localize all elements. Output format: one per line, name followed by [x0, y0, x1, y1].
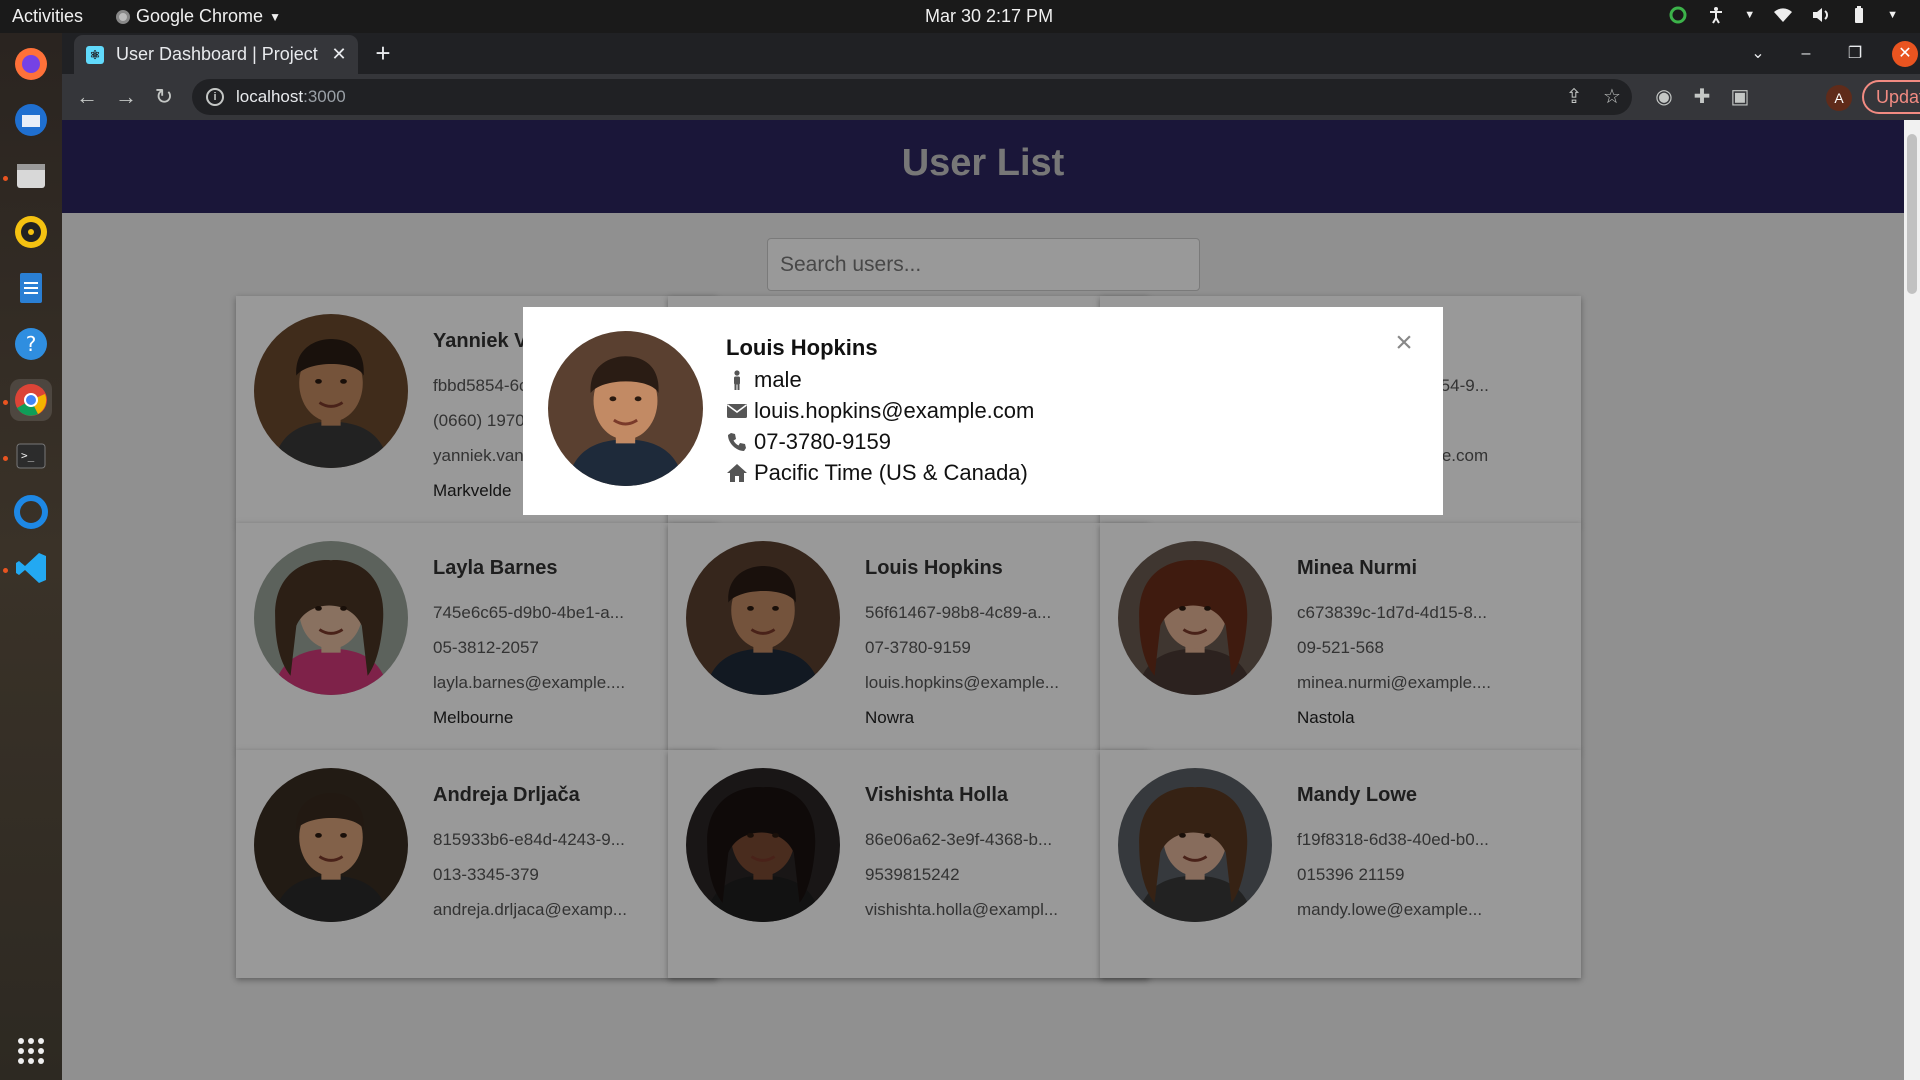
tab-title: User Dashboard | Project — [116, 44, 318, 64]
chrome-icon[interactable] — [10, 379, 52, 421]
wifi-icon[interactable] — [1773, 5, 1793, 25]
rhythmbox-icon[interactable] — [10, 211, 52, 253]
accessibility-icon[interactable] — [1706, 5, 1726, 25]
running-indicator — [3, 400, 8, 405]
activities-button[interactable]: Activities — [12, 6, 83, 27]
modal-backdrop[interactable] — [62, 120, 1904, 1080]
minimize-icon[interactable]: – — [1793, 41, 1819, 67]
forward-icon[interactable]: → — [112, 83, 140, 111]
update-button[interactable]: Update ⋮ — [1862, 80, 1920, 114]
new-tab-button[interactable]: + — [368, 39, 398, 69]
chevron-down-icon[interactable]: ▼ — [1744, 9, 1755, 21]
reload-icon[interactable]: ↻ — [150, 83, 178, 111]
running-indicator — [3, 456, 8, 461]
extensions-puzzle-icon[interactable]: ✚ — [1690, 85, 1714, 109]
side-panel-icon[interactable]: ▣ — [1728, 85, 1752, 109]
modal-gender-row: male — [726, 367, 802, 393]
modal-phone: 07-3780-9159 — [754, 429, 892, 454]
volume-icon[interactable] — [1811, 5, 1831, 25]
profile-avatar[interactable]: A — [1826, 85, 1852, 111]
app-menu-label: Google Chrome — [136, 6, 264, 26]
page-scrollbar[interactable] — [1904, 120, 1920, 1080]
vscode-icon[interactable] — [10, 547, 52, 589]
help-icon[interactable]: ? — [10, 323, 52, 365]
modal-user-name: Louis Hopkins — [726, 335, 878, 360]
files-icon[interactable] — [10, 155, 52, 197]
system-top-bar: Activities Google Chrome ▼ Mar 30 2:17 P… — [0, 0, 1920, 33]
app-grid-icon[interactable] — [10, 1030, 52, 1072]
tab-close-icon[interactable]: ✕ — [328, 44, 350, 65]
browser-toolbar: ← → ↻ i localhost:3000 ⇪ ☆ ◉ ✚ ▣ A Updat… — [62, 74, 1920, 120]
chrome-small-icon — [116, 9, 130, 24]
modal-timezone-row: Pacific Time (US & Canada) — [726, 460, 1028, 486]
back-icon[interactable]: ← — [73, 83, 101, 111]
phone-icon — [728, 433, 746, 451]
close-window-icon[interactable]: ✕ — [1892, 41, 1918, 67]
software-icon[interactable] — [10, 491, 52, 533]
modal-email: louis.hopkins@example.com — [754, 398, 1035, 423]
firefox-icon[interactable] — [10, 43, 52, 85]
modal-timezone: Pacific Time (US & Canada) — [754, 460, 1028, 485]
tab-search-icon[interactable]: ⌄ — [1745, 41, 1771, 67]
recycle-icon[interactable] — [1668, 5, 1688, 25]
app-menu[interactable]: Google Chrome ▼ — [116, 6, 281, 27]
restore-icon[interactable]: ❐ — [1842, 41, 1868, 67]
writer-icon[interactable] — [10, 267, 52, 309]
chevron-down-icon[interactable]: ▼ — [1887, 9, 1898, 21]
url-host: localhost — [236, 87, 304, 106]
bookmark-star-icon[interactable]: ☆ — [1600, 85, 1624, 109]
system-tray[interactable]: ▼ ▼ — [1668, 5, 1898, 25]
react-favicon-icon: ⚛ — [86, 45, 104, 64]
male-icon — [734, 370, 740, 390]
tab-strip: ⚛ User Dashboard | Project ✕ + ⌄ – ❐ ✕ — [62, 33, 1920, 74]
terminal-icon[interactable]: >_ — [10, 435, 52, 477]
user-detail-modal: Louis Hopkins male louis.hopkins@example… — [523, 307, 1443, 515]
svg-text:?: ? — [26, 332, 37, 356]
modal-email-row: louis.hopkins@example.com — [726, 398, 1034, 424]
dock: ? >_ — [0, 33, 62, 1080]
modal-phone-row: 07-3780-9159 — [726, 429, 891, 455]
running-indicator — [3, 568, 8, 573]
user-photo — [548, 331, 703, 486]
clock[interactable]: Mar 30 2:17 PM — [925, 6, 1053, 27]
url-port: :3000 — [303, 87, 346, 106]
extension-icon[interactable]: ◉ — [1652, 85, 1676, 109]
battery-icon[interactable] — [1849, 5, 1869, 25]
browser-tab[interactable]: ⚛ User Dashboard | Project ✕ — [74, 35, 358, 74]
home-icon — [727, 464, 747, 482]
address-bar[interactable]: i localhost:3000 — [192, 79, 1632, 115]
site-info-icon[interactable]: i — [206, 88, 224, 106]
envelope-icon — [727, 404, 747, 418]
modal-gender: male — [754, 367, 802, 392]
chevron-down-icon: ▼ — [269, 9, 281, 24]
update-label: Update — [1876, 86, 1920, 107]
scrollbar-thumb[interactable] — [1907, 134, 1917, 294]
svg-text:>_: >_ — [21, 449, 35, 462]
modal-close-button[interactable]: × — [1391, 328, 1417, 358]
running-indicator — [3, 176, 8, 181]
thunderbird-icon[interactable] — [10, 99, 52, 141]
share-icon[interactable]: ⇪ — [1562, 85, 1586, 109]
page-viewport: User List Yanniek Vanfbbd5854-6caf-(0660… — [62, 120, 1904, 1080]
